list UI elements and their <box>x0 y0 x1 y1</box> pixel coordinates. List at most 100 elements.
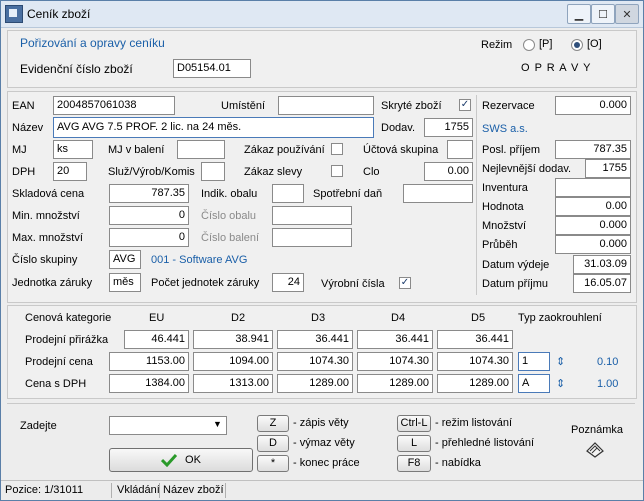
nejlevnejsi-label: Nejlevnější dodav. <box>482 163 572 175</box>
key-z-desc: - zápis věty <box>293 417 349 429</box>
indik-field[interactable] <box>272 184 304 203</box>
dph-d3[interactable]: 1289.00 <box>277 374 353 393</box>
typ-dph-field[interactable]: A <box>518 374 550 393</box>
ean-field[interactable]: 2004857061038 <box>53 96 175 115</box>
typ-cena-spin-icon[interactable]: ⇕ <box>556 355 565 368</box>
key-ctrl-l[interactable]: Ctrl-L <box>397 415 431 432</box>
dropdown-arrow-icon[interactable]: ▼ <box>213 419 222 429</box>
key-l[interactable]: L <box>397 435 431 452</box>
cena-d3[interactable]: 1074.30 <box>277 352 353 371</box>
status-nazev: Název zboží <box>163 484 224 496</box>
pocet-label: Počet jednotek záruky <box>151 277 260 289</box>
umisteni-field[interactable] <box>278 96 374 115</box>
mode-o-radio[interactable] <box>571 39 583 51</box>
mode-label: Režim <box>481 39 513 51</box>
close-button[interactable]: ✕ <box>615 4 639 24</box>
skryte-checkbox[interactable]: ✓ <box>459 99 471 111</box>
datum-prijmu-field[interactable]: 16.05.07 <box>573 274 631 293</box>
status-pozice: Pozice: 1/31011 <box>5 484 84 496</box>
status-separator <box>111 483 112 498</box>
min-field[interactable]: 0 <box>109 206 189 225</box>
ucetni-field[interactable] <box>447 140 473 159</box>
mj-baleni-field[interactable] <box>177 140 225 159</box>
key-star[interactable]: * <box>257 455 289 472</box>
posl-prijem-field[interactable]: 787.35 <box>555 140 631 159</box>
dph-d2[interactable]: 1313.00 <box>193 374 273 393</box>
mj-field[interactable]: ks <box>53 140 93 159</box>
cislo-baleni-field[interactable] <box>272 228 352 247</box>
key-d[interactable]: D <box>257 435 289 452</box>
key-ctrl-l-desc: - režim listování <box>435 417 513 429</box>
status-separator <box>159 483 160 498</box>
umisteni-label: Umístění <box>221 100 266 112</box>
mnozstvi-field[interactable]: 0.000 <box>555 216 631 235</box>
cislo-skupiny-field[interactable]: AVG <box>109 250 141 269</box>
mode-p-radio[interactable] <box>523 39 535 51</box>
section-title: Pořizování a opravy ceníku <box>20 36 165 50</box>
zakaz-pouzivani-checkbox[interactable] <box>331 143 343 155</box>
max-label: Max. množství <box>12 232 83 244</box>
max-field[interactable]: 0 <box>109 228 189 247</box>
pocet-field[interactable]: 24 <box>272 273 304 292</box>
nazev-label: Název <box>12 122 44 134</box>
skladova-field[interactable]: 787.35 <box>109 184 189 203</box>
evid-label: Evidenční číslo zboží <box>20 62 133 76</box>
status-bar: Pozice: 1/31011 Vkládání Název zboží <box>1 480 643 500</box>
dodav-field[interactable]: 1755 <box>424 118 473 137</box>
prirazka-d4[interactable]: 36.441 <box>357 330 433 349</box>
window-title: Ceník zboží <box>27 7 91 21</box>
prubeh-label: Průběh <box>482 239 518 251</box>
cena-d2[interactable]: 1094.00 <box>193 352 273 371</box>
minimize-button[interactable]: ▁ <box>567 4 591 24</box>
nazev-field[interactable]: AVG AVG 7.5 PROF. 2 lic. na 24 měs. <box>53 117 374 138</box>
sluz-field[interactable] <box>201 162 225 181</box>
title-bar: Ceník zboží ▁ ☐ ✕ <box>1 1 643 28</box>
hodnota-field[interactable]: 0.00 <box>555 197 631 216</box>
prubeh-field[interactable]: 0.000 <box>555 235 631 254</box>
maximize-button[interactable]: ☐ <box>591 4 615 24</box>
skladova-label: Skladová cena <box>12 188 85 200</box>
vyrobni-label: Výrobní čísla <box>321 278 385 290</box>
posl-prijem-label: Posl. příjem <box>482 144 541 156</box>
ok-button[interactable]: OK <box>109 448 253 472</box>
cena-d4[interactable]: 1074.30 <box>357 352 433 371</box>
cat-d4: D4 <box>391 312 406 324</box>
cena-d5[interactable]: 1074.30 <box>437 352 513 371</box>
prirazka-d3[interactable]: 36.441 <box>277 330 353 349</box>
typ-cena-field[interactable]: 1 <box>518 352 550 371</box>
dph-eu[interactable]: 1384.00 <box>109 374 189 393</box>
cislo-obalu-field[interactable] <box>272 206 352 225</box>
note-icon[interactable] <box>585 441 605 459</box>
dph-d4[interactable]: 1289.00 <box>357 374 433 393</box>
rezervace-field[interactable]: 0.000 <box>555 96 631 115</box>
dph-d5[interactable]: 1289.00 <box>437 374 513 393</box>
datum-vydeje-field[interactable]: 31.03.09 <box>573 255 631 274</box>
jednotka-field[interactable]: měs <box>109 273 141 292</box>
inventura-field[interactable] <box>555 178 631 197</box>
nejlevnejsi-field[interactable]: 1755 <box>585 159 631 178</box>
key-f8[interactable]: F8 <box>397 455 431 472</box>
key-z[interactable]: Z <box>257 415 289 432</box>
zakaz-pouzivani-label: Zákaz používání <box>244 144 325 156</box>
prirazka-d2[interactable]: 38.941 <box>193 330 273 349</box>
prirazka-d5[interactable]: 36.441 <box>437 330 513 349</box>
cislo-baleni-label: Číslo balení <box>201 232 260 244</box>
dph-field[interactable]: 20 <box>53 162 87 181</box>
zadejte-dropdown[interactable] <box>109 416 227 435</box>
evid-field[interactable]: D05154.01 <box>173 59 251 78</box>
ucetni-label: Účtová skupina <box>363 144 439 156</box>
hodnota-label: Hodnota <box>482 201 524 213</box>
prirazka-eu[interactable]: 46.441 <box>124 330 189 349</box>
typ-dph-spin-icon[interactable]: ⇕ <box>556 377 565 390</box>
zakaz-slevy-checkbox[interactable] <box>331 165 343 177</box>
vyrobni-checkbox[interactable]: ✓ <box>399 277 411 289</box>
check-icon <box>161 453 178 467</box>
cena-eu[interactable]: 1153.00 <box>109 352 189 371</box>
clo-field[interactable]: 0.00 <box>424 162 473 181</box>
cislo-skupiny-label: Číslo skupiny <box>12 254 78 266</box>
status-vkladani: Vkládání <box>117 484 160 496</box>
clo-label: Clo <box>363 166 380 178</box>
spotrebni-field[interactable] <box>403 184 473 203</box>
datum-vydeje-label: Datum výdeje <box>482 259 550 271</box>
mode-p-label: [P] <box>539 38 553 50</box>
